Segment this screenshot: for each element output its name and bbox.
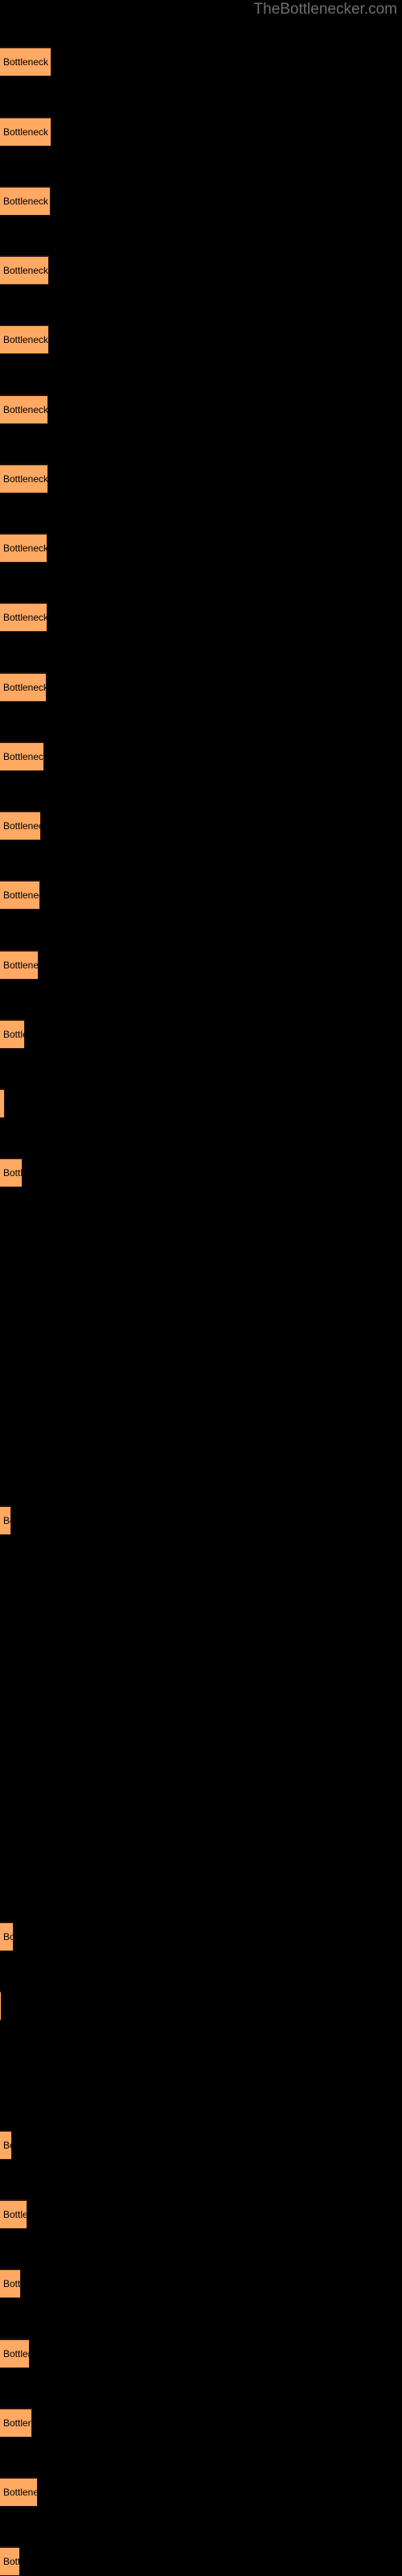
bar-34: Bottleneck result [0,2339,30,2368]
bar-13: Bottleneck result [0,880,40,910]
bar-label: Bottleneck result [3,751,44,762]
bar-row: Bottleneck result [0,2130,12,2160]
bar-row: Bottleneck result [0,186,51,216]
bar-label: Bottleneck result [3,2417,31,2429]
bar-16: Bottleneck result [0,1088,5,1118]
bar-2: Bottleneck result [0,117,51,147]
bar-row: Bottleneck result [0,1922,14,1951]
bar-label: Bottleneck result [3,2348,29,2359]
bar-label: Bottleneck result [3,960,39,971]
bar-label: Bottleneck result [3,890,39,901]
bar-label: Bottleneck result [3,265,49,276]
bar-label: Bottleneck result [3,2209,27,2220]
bar-row: Bottleneck result [0,324,49,354]
bar-35: Bottleneck result [0,2408,32,2438]
bar-37: Bottleneck result [0,2546,20,2576]
bar-32: Bottleneck result [0,2199,27,2229]
bar-chart: TheBottlenecker.com Bottleneck result Bot… [0,0,402,2576]
bar-label: Bottleneck result [3,1167,23,1179]
bar-15: Bottleneck result [0,1019,25,1049]
bar-label: Bottleneck result [3,1931,13,1942]
bar-row: Bottleneck result [0,2199,27,2229]
bar-label: Bottleneck result [3,1098,4,1109]
bar-row: Bottleneck result [0,950,39,980]
bar-row: Bottleneck result [0,1019,25,1049]
bar-label: Bottleneck result [3,56,51,68]
site-watermark: TheBottlenecker.com [253,1,397,18]
bar-label: Bottleneck result [3,334,49,345]
bar-12: Bottleneck result [0,811,41,840]
bar-label: Bottleneck result [3,2556,19,2567]
bar-row: Bottleneck result [0,47,51,76]
bar-row: Bottleneck result [0,602,47,632]
bar-label: Bottleneck result [3,404,48,415]
bar-row: Bottleneck result [0,811,41,840]
bar-row: Bottleneck result [0,2339,30,2368]
bar-1: Bottleneck result [0,47,51,76]
bar-label: Bottleneck result [3,196,50,207]
bar-11: Bottleneck result [0,741,44,771]
bar-14: Bottleneck result [0,950,39,980]
bar-label: Bottleneck result [3,820,40,832]
bar-row: Bottleneck result [0,1505,11,1535]
bar-row: Bottleneck result [0,672,47,702]
bar-row: Bottleneck result [0,2268,21,2298]
bar-row: Bottleneck result [0,533,47,563]
bar-label: Bottleneck result [3,612,47,623]
bar-row: Bottleneck result [0,2408,32,2438]
bar-row: Bottleneck result [0,394,48,424]
bar-row: Bottleneck result [0,464,48,493]
bar-row: Bottleneck result [0,1158,23,1187]
bar-row: Bottleneck result [0,1991,2,2021]
bar-row: Bottleneck result [0,880,40,910]
bar-36: Bottleneck result [0,2477,38,2507]
bar-6: Bottleneck result [0,394,48,424]
bar-label: Bottleneck result [3,2487,37,2498]
bar-label: Bottleneck result [3,2140,11,2151]
bar-label: Bottleneck result [3,682,47,693]
bar-row: Bottleneck result [0,255,49,285]
bar-label: Bottleneck result [3,2278,21,2289]
bar-22: Bottleneck result [0,1505,11,1535]
bar-31: Bottleneck result [0,2130,12,2160]
bar-7: Bottleneck result [0,464,48,493]
bar-8: Bottleneck result [0,533,47,563]
bar-29: Bottleneck result [0,1991,2,2021]
bar-label: Bottleneck result [3,126,51,138]
bar-3: Bottleneck result [0,186,51,216]
bar-17: Bottleneck result [0,1158,23,1187]
bar-row: Bottleneck result [0,2477,38,2507]
bar-row: Bottleneck result [0,2546,20,2576]
bar-row: Bottleneck result [0,741,44,771]
bar-label: Bottleneck result [3,473,48,485]
bar-label: Bottleneck result [3,1029,24,1040]
bar-label: Bottleneck result [3,543,47,554]
bar-4: Bottleneck result [0,255,49,285]
bar-9: Bottleneck result [0,602,47,632]
bar-5: Bottleneck result [0,324,49,354]
bar-33: Bottleneck result [0,2268,21,2298]
bar-28: Bottleneck result [0,1922,14,1951]
bar-label: Bottleneck result [3,1515,10,1526]
bar-row: Bottleneck result [0,1088,5,1118]
bar-row: Bottleneck result [0,117,51,147]
bar-10: Bottleneck result [0,672,47,702]
